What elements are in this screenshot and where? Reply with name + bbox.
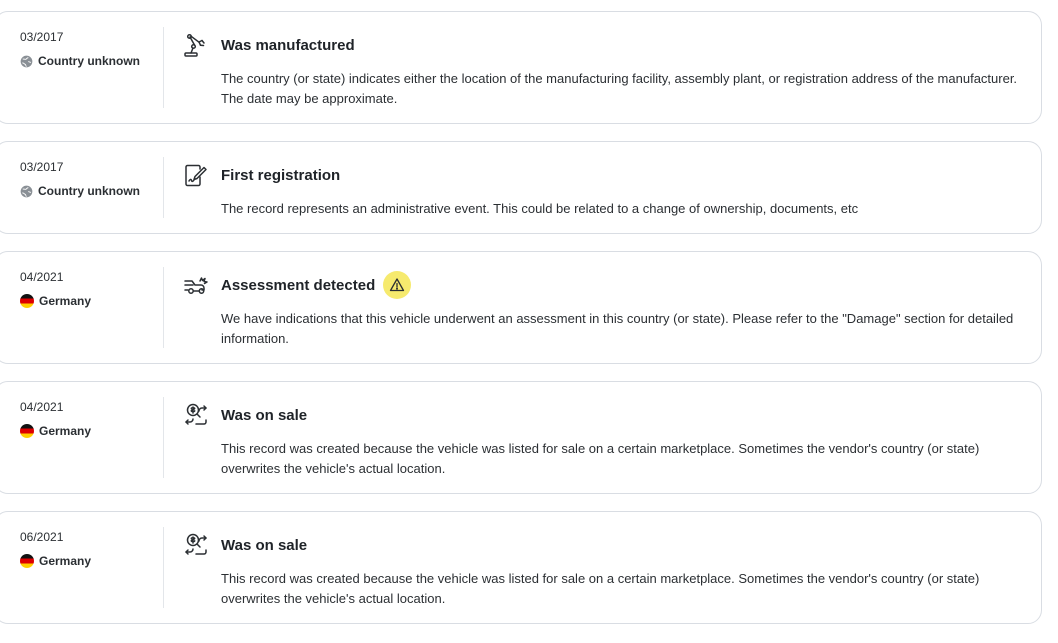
- germany-flag-icon: [20, 294, 34, 308]
- document-sign-icon: [185, 164, 207, 187]
- divider: [163, 397, 164, 478]
- event-description: The record represents an administrative …: [221, 201, 859, 216]
- sale-tag-icon: [185, 533, 207, 555]
- event-title: First registration: [221, 166, 341, 184]
- warning-icon: [383, 271, 412, 299]
- event-country: Germany: [20, 424, 91, 438]
- event-country: Country unknown: [20, 184, 140, 198]
- event-title: Was on sale: [221, 406, 308, 424]
- divider: [163, 157, 164, 218]
- car-crash-icon: [184, 277, 208, 294]
- event-title-row: Was on sale: [221, 402, 307, 428]
- country-label: Germany: [39, 554, 92, 568]
- germany-flag-icon: [20, 424, 34, 438]
- event-description: The country (or state) indicates either …: [221, 71, 1018, 106]
- event-title: Assessment detected: [221, 276, 376, 294]
- event-date: 04/2021: [20, 400, 64, 414]
- country-label: Germany: [39, 294, 92, 308]
- divider: [163, 27, 164, 108]
- globe-icon: [20, 55, 33, 67]
- event-country: Germany: [20, 554, 91, 568]
- globe-icon: [20, 185, 33, 197]
- event-description: This record was created because the vehi…: [221, 441, 980, 476]
- timeline-event-card: 06/2021 Germany Was on sale This record …: [0, 511, 1042, 624]
- event-title-row: Was on sale: [221, 532, 307, 558]
- event-title-row: First registration: [221, 162, 340, 188]
- country-label: Germany: [39, 424, 92, 438]
- vehicle-history-timeline: 03/2017 Country unknown Was manufactured…: [0, 0, 1058, 643]
- event-date: 03/2017: [20, 160, 64, 174]
- country-label: Country unknown: [38, 184, 140, 198]
- divider: [163, 267, 164, 348]
- timeline-event-card: 04/2021 Germany Was on sale This record …: [0, 381, 1042, 494]
- event-title-row: Assessment detected: [221, 271, 412, 299]
- event-date: 06/2021: [20, 530, 64, 544]
- sale-tag-icon: [185, 403, 207, 425]
- event-description: This record was created because the vehi…: [221, 571, 980, 606]
- event-title: Was on sale: [221, 536, 308, 554]
- event-date: 03/2017: [20, 30, 64, 44]
- event-description: We have indications that this vehicle un…: [221, 311, 1014, 346]
- divider: [163, 527, 164, 608]
- event-title: Was manufactured: [221, 36, 355, 54]
- event-country: Germany: [20, 294, 91, 308]
- timeline-event-card: 03/2017 Country unknown First registrati…: [0, 141, 1042, 234]
- germany-flag-icon: [20, 554, 34, 568]
- robot-arm-icon: [184, 33, 205, 57]
- timeline-event-card: 04/2021 Germany Assessment detected We h…: [0, 251, 1042, 364]
- country-label: Country unknown: [38, 54, 140, 68]
- event-title-row: Was manufactured: [221, 32, 355, 58]
- event-country: Country unknown: [20, 54, 140, 68]
- event-date: 04/2021: [20, 270, 64, 284]
- timeline-event-card: 03/2017 Country unknown Was manufactured…: [0, 11, 1042, 124]
